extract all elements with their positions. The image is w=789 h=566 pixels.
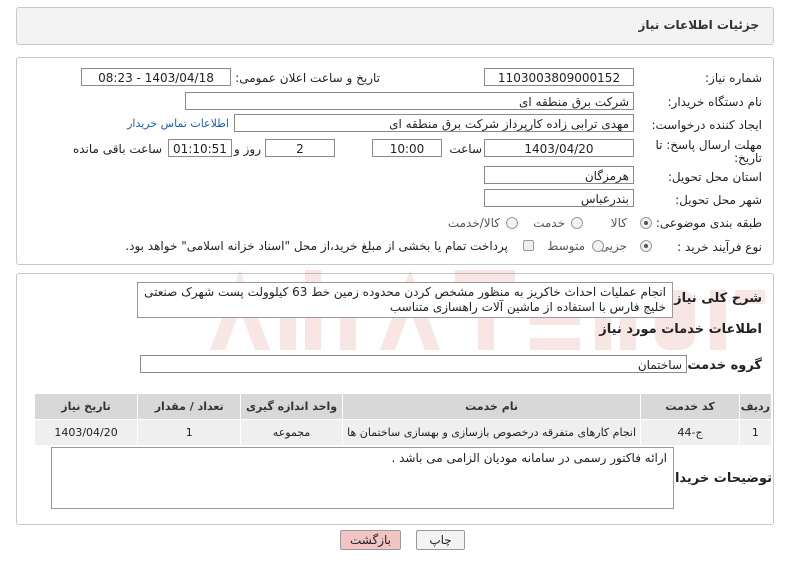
category-option-both: کالا/خدمت — [447, 216, 500, 230]
treasury-payment-note: پرداخت تمام یا بخشی از مبلغ خرید،از محل … — [125, 239, 508, 253]
need-number-field: 1103003809000152 — [484, 68, 634, 86]
col-row-number: ردیف — [738, 393, 773, 420]
col-service-code: کد خدمت — [640, 393, 740, 420]
summary-label: شرح کلی نیاز: — [668, 291, 762, 306]
deadline-label-date: تاریخ: — [734, 151, 762, 165]
cell-service-name: انجام کارهای متفرقه درخصوص بازسازی و بهس… — [341, 419, 642, 446]
cell-need-date: 1403/04/20 — [33, 419, 139, 446]
deadline-date-field: 1403/04/20 — [484, 139, 634, 157]
city-label: شهر محل تحویل: — [675, 193, 762, 207]
category-option-goods: کالا — [610, 216, 627, 230]
buyer-org-field: شرکت برق منطقه ای — [185, 92, 634, 110]
process-label: نوع فرآیند خرید : — [677, 240, 762, 254]
buyer-org-label: نام دستگاه خریدار: — [667, 95, 763, 109]
treasury-payment-checkbox[interactable] — [523, 240, 534, 251]
province-label: استان محل تحویل: — [667, 170, 762, 184]
cell-quantity: 1 — [137, 419, 242, 446]
process-radio-minor[interactable] — [640, 240, 652, 252]
remaining-label: ساعت باقی مانده — [72, 142, 162, 156]
col-need-date: تاریخ نیاز — [33, 393, 139, 420]
announce-field: 1403/04/18 - 08:23 — [81, 68, 231, 86]
announce-label: تاریخ و ساعت اعلان عمومی: — [235, 71, 380, 85]
summary-text: انجام عملیات احداث خاکریز به منظور مشخص … — [137, 282, 673, 318]
category-label: طبقه بندی موضوعی: — [655, 216, 762, 230]
category-option-service: خدمت — [533, 216, 565, 230]
category-radio-both[interactable] — [506, 217, 518, 229]
service-group-label: گروه خدمت: — [682, 358, 762, 373]
services-section-title: اطلاعات خدمات مورد نیاز — [599, 322, 762, 337]
need-number-label: شماره نیاز: — [705, 71, 762, 85]
cell-row-number: 1 — [738, 419, 773, 446]
remaining-time-field: 01:10:51 — [168, 139, 232, 157]
days-label: روز و — [234, 142, 261, 156]
province-field: هرمزگان — [484, 166, 634, 184]
buyer-notes-text: ارائه فاکتور رسمی در سامانه مودیان الزام… — [51, 447, 674, 509]
col-unit: واحد اندازه گیری — [240, 393, 343, 420]
need-info-panel — [16, 57, 774, 265]
remaining-days-field: 2 — [265, 139, 335, 157]
city-field: بندرعباس — [484, 189, 634, 207]
cell-service-code: ج-44 — [640, 419, 740, 446]
services-table: ردیف کد خدمت نام خدمت واحد اندازه گیری ت… — [33, 393, 773, 446]
services-table-header: ردیف کد خدمت نام خدمت واحد اندازه گیری ت… — [33, 393, 773, 420]
cell-unit: مجموعه — [240, 419, 343, 446]
service-group-field: ساختمان — [140, 355, 687, 373]
col-quantity: تعداد / مقدار — [137, 393, 242, 420]
category-radio-goods[interactable] — [640, 217, 652, 229]
col-service-name: نام خدمت — [341, 393, 642, 420]
deadline-label: مهلت ارسال پاسخ: تا — [655, 138, 762, 152]
buyer-contact-link[interactable]: اطلاعات تماس خریدار — [127, 117, 229, 130]
buyer-notes-label: توضیحات خریدار: — [662, 471, 772, 486]
page-title: جزئیات اطلاعات نیاز — [638, 18, 759, 32]
back-button[interactable]: بازگشت — [340, 530, 401, 550]
process-option-medium: متوسط — [547, 239, 585, 253]
category-radio-service[interactable] — [571, 217, 583, 229]
process-radio-medium[interactable] — [592, 240, 604, 252]
creator-field: مهدی ترابی زاده کارپرداز شرکت برق منطقه … — [234, 114, 634, 132]
time-label: ساعت — [449, 142, 482, 156]
page-header: جزئیات اطلاعات نیاز — [16, 7, 774, 45]
print-button[interactable]: چاپ — [416, 530, 465, 550]
creator-label: ایجاد کننده درخواست: — [651, 118, 762, 132]
deadline-time-field: 10:00 — [372, 139, 442, 157]
table-row: 1 ج-44 انجام کارهای متفرقه درخصوص بازساز… — [33, 419, 773, 446]
